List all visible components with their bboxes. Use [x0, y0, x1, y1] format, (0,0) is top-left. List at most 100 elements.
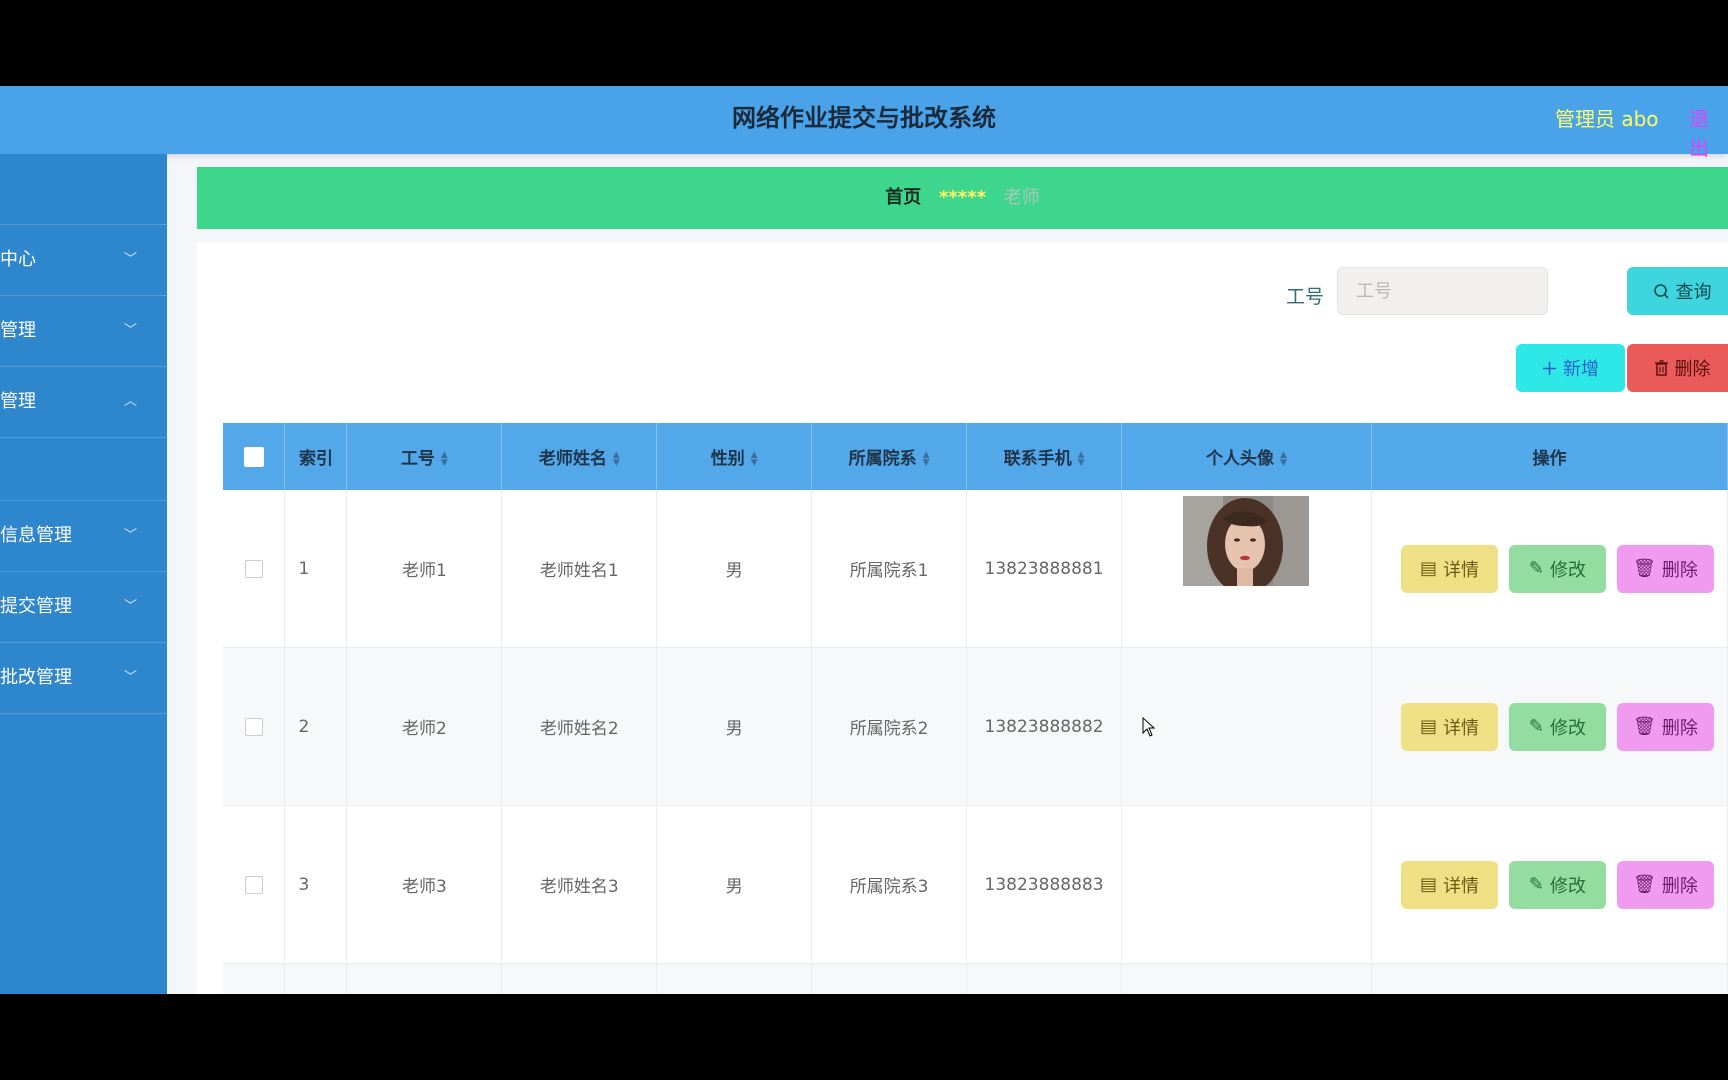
sidebar-item-label: 批改管理 — [0, 667, 72, 688]
row-phone: 13823888883 — [966, 805, 1123, 964]
document-icon: ▤ — [1419, 716, 1437, 737]
row-name: 老师姓名2 — [501, 647, 658, 806]
sidebar-item-info[interactable]: 信息管理 ﹀ — [0, 501, 167, 572]
app-window: 网络作业提交与批改系统 管理员 abo 退出 中心 ﹀ 管理 ﹀ 管理 ︿ 信息… — [0, 86, 1728, 994]
row-gender: 男 — [656, 490, 813, 648]
table-row — [223, 963, 1728, 994]
breadcrumb-home[interactable]: 首页 — [885, 187, 921, 208]
delete-button[interactable]: 🗑 删除 — [1616, 860, 1714, 909]
row-phone: 13823888882 — [966, 647, 1123, 806]
breadcrumb-current: 老师 — [1003, 187, 1040, 208]
sidebar-item-submit[interactable]: 提交管理 ﹀ — [0, 572, 167, 643]
chevron-down-icon: ﹀ — [124, 599, 138, 614]
sidebar-item-label: 管理 — [0, 391, 36, 412]
column-header-dept[interactable]: 所属院系 ▲ ▼ — [811, 423, 968, 490]
breadcrumb-separator: ***** — [938, 187, 987, 208]
delete-button[interactable]: 🗑 删除 — [1616, 544, 1714, 593]
search-input[interactable] — [1337, 267, 1548, 315]
row-id: 老师2 — [346, 647, 503, 806]
chevron-up-icon: ︿ — [124, 394, 138, 409]
column-header-id[interactable]: 工号 ▲ ▼ — [346, 423, 503, 490]
row-avatar-empty — [1121, 805, 1372, 964]
trash-icon: 🗑 — [1633, 558, 1656, 579]
select-all-cell — [223, 423, 286, 490]
table-row: 1 老师1 老师姓名1 男 所属院系1 13823888881 ▤ 详情 ✎ 修… — [223, 490, 1728, 648]
plus-icon — [1543, 361, 1556, 375]
sidebar-item-label: 管理 — [0, 320, 36, 341]
chevron-down-icon: ﹀ — [124, 670, 138, 685]
sort-icon[interactable]: ▲ ▼ — [1280, 451, 1287, 468]
row-id: 老师1 — [346, 490, 503, 648]
sort-icon[interactable]: ▲ ▼ — [1078, 451, 1085, 468]
column-header-phone[interactable]: 联系手机 ▲ ▼ — [966, 423, 1123, 490]
search-icon — [1653, 283, 1669, 299]
edit-button[interactable]: ✎ 修改 — [1508, 860, 1606, 909]
teacher-table: 索引 工号 ▲ ▼ 老师姓名 ▲ ▼ 性别 ▲ ▼ 所属院系 ▲ ▼ 联系手机 ▲ ▼ 个人头像 ▲ ▼… — [223, 423, 1728, 994]
row-name: 老师姓名1 — [501, 490, 658, 648]
sidebar-submenu — [0, 438, 167, 501]
current-user: 管理员 abo — [1555, 107, 1659, 131]
column-header-avatar[interactable]: 个人头像 ▲ ▼ — [1121, 423, 1372, 490]
column-header-index: 索引 — [284, 423, 348, 490]
search-label: 工号 — [1286, 286, 1325, 308]
column-header-actions: 操作 — [1371, 423, 1728, 490]
sort-icon[interactable]: ▲ ▼ — [751, 451, 758, 468]
table-row: 3 老师3 老师姓名3 男 所属院系3 13823888883 ▤ 详情 ✎ 修改 … — [223, 805, 1728, 964]
row-index: 2 — [284, 647, 348, 806]
pencil-icon: ✎ — [1528, 558, 1544, 579]
table-header-row: 索引 工号 ▲ ▼ 老师姓名 ▲ ▼ 性别 ▲ ▼ 所属院系 ▲ ▼ 联系手机 ▲ ▼ 个人头像 ▲ ▼… — [223, 423, 1728, 490]
detail-button[interactable]: ▤ 详情 — [1400, 544, 1498, 593]
batch-delete-button[interactable]: 删除 — [1627, 344, 1728, 392]
batch-delete-label: 删除 — [1674, 359, 1711, 380]
sort-icon[interactable]: ▲ ▼ — [923, 451, 930, 468]
row-gender: 男 — [656, 647, 813, 806]
document-icon: ▤ — [1419, 874, 1437, 895]
row-checkbox[interactable] — [244, 559, 263, 578]
sort-icon[interactable]: ▲ ▼ — [613, 451, 620, 468]
delete-button[interactable]: 🗑 删除 — [1616, 702, 1714, 751]
add-button[interactable]: 新增 — [1516, 344, 1625, 392]
sidebar-item-grade[interactable]: 批改管理 ﹀ — [0, 643, 167, 714]
trash-icon — [1654, 360, 1668, 376]
column-header-name[interactable]: 老师姓名 ▲ ▼ — [501, 423, 658, 490]
row-checkbox[interactable] — [244, 875, 263, 894]
top-header: 网络作业提交与批改系统 管理员 abo 退出 — [0, 86, 1728, 160]
select-all-checkbox[interactable] — [243, 446, 264, 467]
detail-button[interactable]: ▤ 详情 — [1400, 702, 1498, 751]
breadcrumb: 首页 ***** 老师 — [197, 167, 1728, 229]
add-button-label: 新增 — [1563, 359, 1599, 380]
app-title: 网络作业提交与批改系统 — [732, 104, 996, 132]
row-index: 3 — [284, 805, 348, 964]
pencil-icon: ✎ — [1528, 716, 1544, 737]
row-id: 老师3 — [346, 805, 503, 964]
query-button-label: 查询 — [1675, 282, 1712, 303]
sidebar: 中心 ﹀ 管理 ﹀ 管理 ︿ 信息管理 ﹀ 提交管理 ﹀ 批改管理 ﹀ — [0, 154, 167, 994]
row-avatar-empty — [1121, 647, 1372, 806]
row-name: 老师姓名3 — [501, 805, 658, 964]
row-dept: 所属院系1 — [811, 490, 968, 648]
sidebar-item-manage-1[interactable]: 管理 ﹀ — [0, 296, 167, 367]
sidebar-item-label: 信息管理 — [0, 525, 72, 546]
row-phone: 13823888881 — [966, 490, 1123, 648]
pencil-icon: ✎ — [1528, 874, 1544, 895]
logout-link[interactable]: 退出 — [1689, 103, 1728, 161]
sidebar-item-center[interactable]: 中心 ﹀ — [0, 225, 167, 296]
table-row: 2 老师2 老师姓名2 男 所属院系2 13823888882 ▤ 详情 ✎ 修改 … — [223, 647, 1728, 806]
chevron-down-icon: ﹀ — [124, 528, 138, 543]
row-checkbox[interactable] — [244, 717, 263, 736]
edit-button[interactable]: ✎ 修改 — [1508, 544, 1606, 593]
row-dept: 所属院系3 — [811, 805, 968, 964]
mouse-cursor-icon — [1142, 717, 1156, 737]
chevron-down-icon: ﹀ — [124, 323, 138, 338]
column-header-gender[interactable]: 性别 ▲ ▼ — [656, 423, 813, 490]
detail-button[interactable]: ▤ 详情 — [1400, 860, 1498, 909]
trash-icon: 🗑 — [1633, 716, 1656, 737]
trash-icon: 🗑 — [1633, 874, 1656, 895]
chevron-down-icon: ﹀ — [124, 252, 138, 267]
letterbox-bottom — [0, 994, 1728, 1080]
edit-button[interactable]: ✎ 修改 — [1508, 702, 1606, 751]
sort-icon[interactable]: ▲ ▼ — [441, 451, 448, 468]
avatar — [1183, 495, 1310, 586]
query-button[interactable]: 查询 — [1627, 267, 1728, 315]
sidebar-item-manage-2[interactable]: 管理 ︿ — [0, 367, 167, 438]
